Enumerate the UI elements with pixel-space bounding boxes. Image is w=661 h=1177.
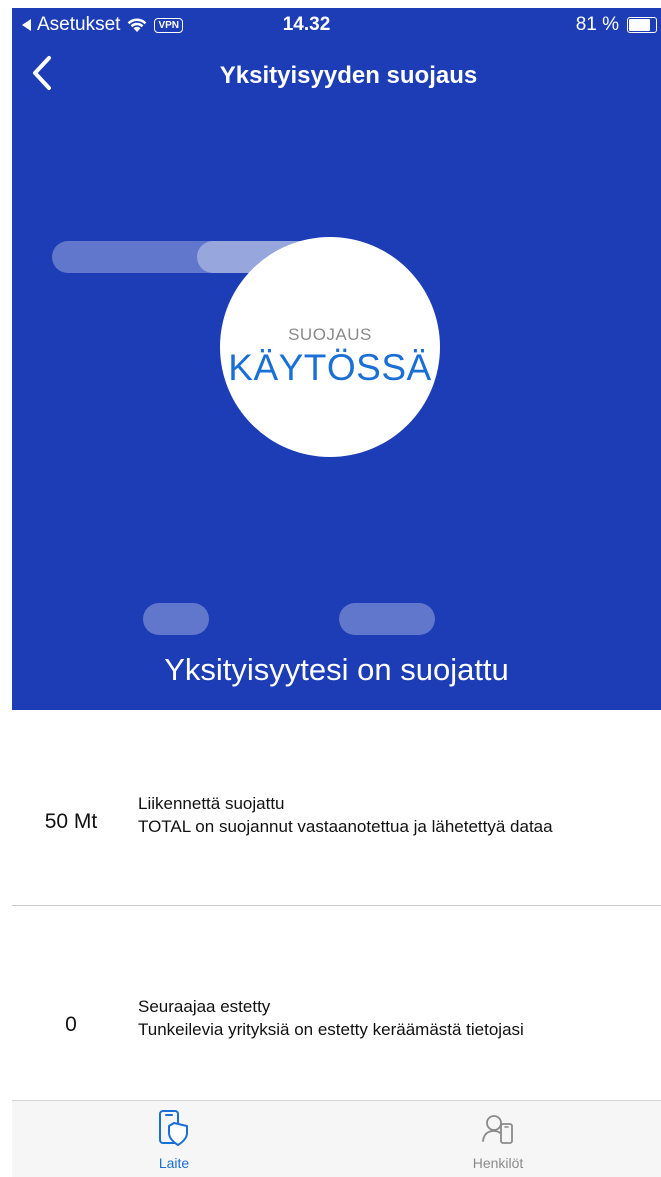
protection-status-circle: SUOJAUS KÄYTÖSSÄ [220, 237, 440, 457]
protection-status: KÄYTÖSSÄ [228, 347, 432, 388]
stat-description: TOTAL on suojannut vastaanotettua ja läh… [138, 817, 553, 836]
decorative-pill [143, 603, 209, 635]
tab-people[interactable]: Henkilöt [336, 1101, 660, 1177]
app-screen: Asetukset VPN 14.32 81 % Yksityisyyden s… [0, 0, 661, 1177]
battery-percent: 81 % [575, 14, 619, 35]
phone-shield-icon [159, 1110, 188, 1146]
person-phone-icon [482, 1115, 513, 1144]
tab-bar: Laite Henkilöt [12, 1100, 661, 1177]
battery-fill [629, 19, 651, 31]
stat-value: 0 [65, 1013, 77, 1036]
protection-label: SUOJAUS [288, 325, 372, 344]
page-title: Yksityisyyden suojaus [219, 62, 478, 89]
tab-label: Henkilöt [472, 1155, 524, 1171]
stat-row-traffic: 50 Mt Liikennettä suojattu TOTAL on suoj… [12, 710, 661, 910]
stat-value: 50 Mt [44, 810, 98, 833]
stat-description: Tunkeilevia yrityksiä on estetty keräämä… [138, 1020, 524, 1039]
tab-device[interactable]: Laite [12, 1101, 336, 1177]
stat-title: Liikennettä suojattu [138, 794, 285, 813]
protection-message: Yksityisyytesi on suojattu [164, 652, 509, 687]
battery-icon [627, 17, 657, 33]
navigation-bar: Yksityisyyden suojaus [12, 50, 661, 106]
status-bar: Asetukset VPN 14.32 81 % [12, 8, 661, 44]
battery-indicator: 81 % [576, 14, 657, 36]
status-time: 14.32 [282, 14, 331, 35]
stat-title: Seuraajaa estetty [138, 997, 271, 1016]
decorative-pill [339, 603, 435, 635]
tab-label: Laite [158, 1155, 190, 1171]
stat-row-trackers: 0 Seuraajaa estetty Tunkeilevia yrityksi… [12, 906, 661, 1106]
